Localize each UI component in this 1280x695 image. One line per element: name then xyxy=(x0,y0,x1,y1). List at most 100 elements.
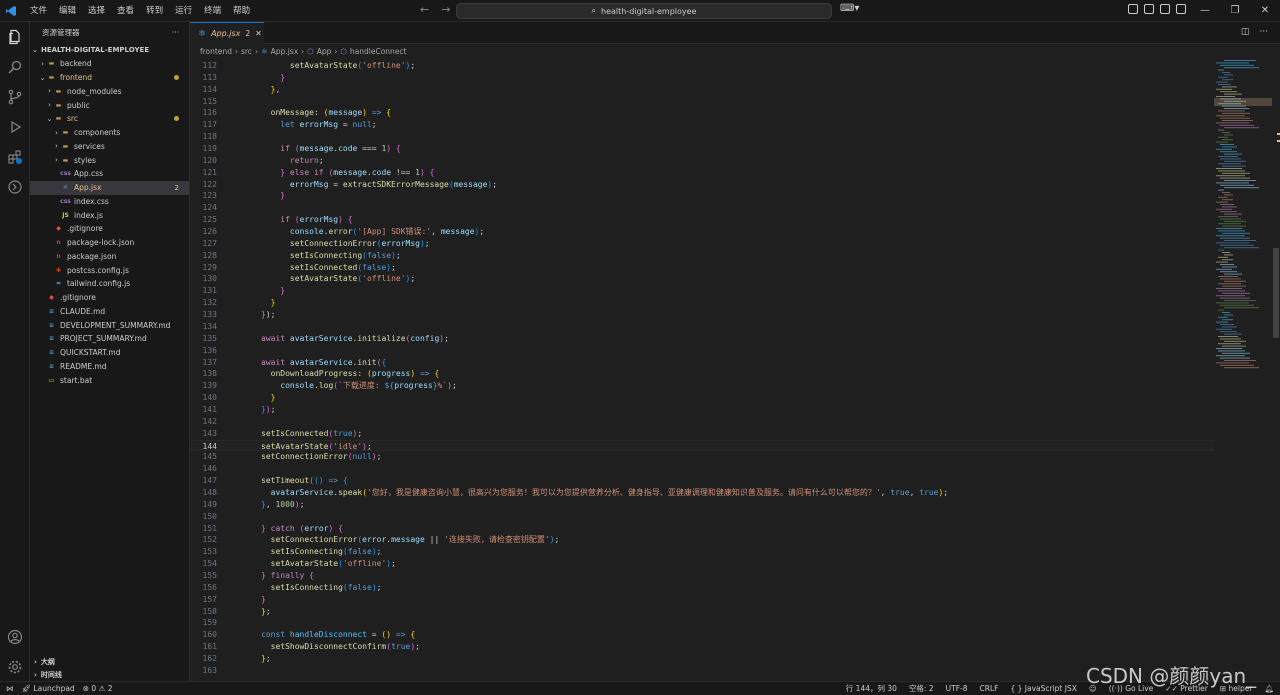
code-line[interactable]: 122 errorMsg = extractSDKErrorMessage(me… xyxy=(190,179,1214,191)
command-center-search[interactable]: ⌕ health-digital-employee xyxy=(456,3,832,19)
workspace-root[interactable]: ⌄ HEALTH-DIGITAL-EMPLOYEE xyxy=(30,43,189,57)
code-line[interactable]: 121 } else if (message.code !== 1) { xyxy=(190,167,1214,179)
tree-file[interactable]: ≡ DEVELOPMENT_SUMMARY.md xyxy=(30,318,189,332)
remote-indicator-icon[interactable]: ⋈ xyxy=(6,684,14,693)
code-line[interactable]: 131 } xyxy=(190,285,1214,297)
editor-scrollbar[interactable] xyxy=(1272,58,1280,681)
breadcrumb-item[interactable]: src xyxy=(241,47,252,56)
minimize-icon[interactable]: — xyxy=(1190,0,1220,22)
cursor-position[interactable]: 行 144，列 30 xyxy=(846,683,897,694)
tree-file[interactable]: ≡ PROJECT_SUMMARY.md xyxy=(30,332,189,346)
launchpad-item[interactable]: 🚀︎ Launchpad xyxy=(22,684,75,693)
code-line[interactable]: 157} xyxy=(190,594,1214,606)
more-actions-icon[interactable]: ··· xyxy=(172,28,179,37)
code-line[interactable]: 130 setAvatarState('offline'); xyxy=(190,273,1214,285)
tree-file[interactable]: ◆ .gitignore xyxy=(30,291,189,305)
tree-file[interactable]: ▭ start.bat xyxy=(30,373,189,387)
code-line[interactable]: 117 let errorMsg = null; xyxy=(190,119,1214,131)
tree-file[interactable]: ≈ tailwind.config.js xyxy=(30,277,189,291)
tree-file[interactable]: ≡ CLAUDE.md xyxy=(30,305,189,319)
breadcrumb-item[interactable]: App.jsx xyxy=(271,47,298,56)
code-line[interactable]: 145 setConnectionError(null); xyxy=(190,451,1214,463)
search-icon[interactable] xyxy=(6,58,24,76)
code-line[interactable]: 158}; xyxy=(190,606,1214,618)
code-line[interactable]: 125 if (errorMsg) { xyxy=(190,214,1214,226)
close-icon[interactable]: ✕ xyxy=(255,29,262,38)
code-line[interactable]: 144 setAvatarState('idle'); xyxy=(190,439,1214,452)
minimap[interactable] xyxy=(1214,58,1272,681)
back-arrow-icon[interactable]: ← xyxy=(420,3,429,16)
code-line[interactable]: 161 setShowDisconnectConfirm(true); xyxy=(190,641,1214,653)
code-line[interactable]: 116 onMessage: (message) => { xyxy=(190,107,1214,119)
code-line[interactable]: 112 setAvatarState('offline'); xyxy=(190,60,1214,72)
copilot-icon[interactable]: ⌨▾ xyxy=(840,3,859,14)
code-line[interactable]: 140 } xyxy=(190,392,1214,404)
code-line[interactable]: 124 xyxy=(190,202,1214,214)
code-line[interactable]: 154 setAvatarState('offline'); xyxy=(190,558,1214,570)
tree-file[interactable]: n package-lock.json xyxy=(30,236,189,250)
code-line[interactable]: 155} finally { xyxy=(190,570,1214,582)
code-line[interactable]: 128 setIsConnecting(false); xyxy=(190,250,1214,262)
language-mode[interactable]: { } JavaScript JSX xyxy=(1010,684,1076,693)
more-actions-icon[interactable]: ··· xyxy=(1259,27,1268,37)
toggle-secondary-sidebar-icon[interactable] xyxy=(1176,4,1186,14)
tree-folder[interactable]: › ▬ backend xyxy=(30,57,189,71)
tree-file[interactable]: JS index.js xyxy=(30,208,189,222)
tree-file[interactable]: ≡ README.md xyxy=(30,360,189,374)
scrollbar-thumb[interactable] xyxy=(1273,248,1279,338)
code-line[interactable]: 156 setIsConnecting(false); xyxy=(190,582,1214,594)
code-line[interactable]: 137 await avatarService.init({ xyxy=(190,357,1214,369)
code-line[interactable]: 162}; xyxy=(190,653,1214,665)
remote-explorer-icon[interactable] xyxy=(6,178,24,196)
code-line[interactable]: 163 xyxy=(190,665,1214,677)
tree-folder[interactable]: › ▬ node_modules xyxy=(30,85,189,99)
code-line[interactable]: 159 xyxy=(190,617,1214,629)
encoding[interactable]: UTF-8 xyxy=(946,684,968,693)
tree-folder[interactable]: › ▬ styles xyxy=(30,153,189,167)
problems-item[interactable]: ⊗ 0 ⚠ 2 xyxy=(83,684,113,693)
menu-item[interactable]: 查看 xyxy=(111,0,140,22)
code-line[interactable]: 150 xyxy=(190,511,1214,523)
run-debug-icon[interactable] xyxy=(6,118,24,136)
breadcrumb-item[interactable]: handleConnect xyxy=(350,47,407,56)
code-editor[interactable]: 112 setAvatarState('offline'); 113 } 114 }… xyxy=(190,58,1214,681)
code-line[interactable]: 113 } xyxy=(190,72,1214,84)
indentation[interactable]: 空格: 2 xyxy=(909,683,934,694)
code-line[interactable]: 118 xyxy=(190,131,1214,143)
code-line[interactable]: 146 xyxy=(190,463,1214,475)
tree-file[interactable]: ◆ .gitignore xyxy=(30,222,189,236)
tree-folder[interactable]: › ▬ components xyxy=(30,126,189,140)
code-line[interactable]: 133}); xyxy=(190,309,1214,321)
code-line[interactable]: 136 xyxy=(190,345,1214,357)
code-line[interactable]: 151} catch (error) { xyxy=(190,523,1214,535)
tree-folder[interactable]: ⌄ ▬ src xyxy=(30,112,189,126)
customize-layout-icon[interactable] xyxy=(1128,4,1138,14)
code-line[interactable]: 123 } xyxy=(190,190,1214,202)
code-line[interactable]: 119 if (message.code === 1) { xyxy=(190,143,1214,155)
outline-section[interactable]: › 大纲 xyxy=(30,655,190,669)
tree-file[interactable]: css index.css xyxy=(30,195,189,209)
code-line[interactable]: 127 setConnectionError(errorMsg); xyxy=(190,238,1214,250)
menu-item[interactable]: 终端 xyxy=(198,0,227,22)
code-line[interactable]: 114 }, xyxy=(190,84,1214,96)
code-line[interactable]: 141}); xyxy=(190,404,1214,416)
tree-folder[interactable]: › ▬ public xyxy=(30,98,189,112)
code-line[interactable]: 160 const handleDisconnect = () => { xyxy=(190,629,1214,641)
menu-item[interactable]: 编辑 xyxy=(53,0,82,22)
code-line[interactable]: 147 setTimeout(() => { xyxy=(190,475,1214,487)
toggle-panel-icon[interactable] xyxy=(1160,4,1170,14)
code-line[interactable]: 148 avatarService.speak('您好，我是健康咨询小慧，很高兴… xyxy=(190,487,1214,499)
code-line[interactable]: 120 return; xyxy=(190,155,1214,167)
code-line[interactable]: 149}, 1000); xyxy=(190,499,1214,511)
menu-item[interactable]: 运行 xyxy=(169,0,198,22)
explorer-icon[interactable] xyxy=(6,28,24,46)
manage-gear-icon[interactable] xyxy=(6,658,24,676)
tree-file[interactable]: ✱ postcss.config.js xyxy=(30,263,189,277)
code-line[interactable]: 138 onDownloadProgress: (progress) => { xyxy=(190,368,1214,380)
menu-item[interactable]: 文件 xyxy=(24,0,53,22)
code-line[interactable]: 126 console.error('[App] SDK错误:', messag… xyxy=(190,226,1214,238)
tree-folder[interactable]: › ▬ services xyxy=(30,140,189,154)
account-icon[interactable] xyxy=(6,628,24,646)
timeline-section[interactable]: › 时间线 xyxy=(30,668,190,682)
tree-file[interactable]: n package.json xyxy=(30,250,189,264)
